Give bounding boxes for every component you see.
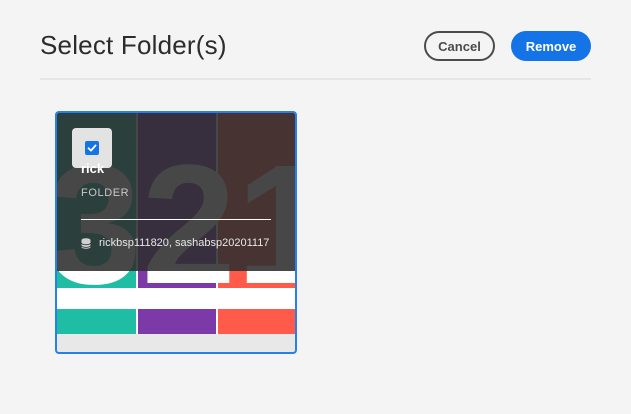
database-icon: [81, 237, 91, 249]
checkmark-icon: [87, 144, 97, 152]
cancel-button[interactable]: Cancel: [424, 31, 495, 61]
remove-button[interactable]: Remove: [511, 31, 591, 61]
page-title: Select Folder(s): [40, 30, 227, 60]
folder-type: FOLDER: [81, 187, 130, 199]
dialog-header: Select Folder(s) Cancel Remove: [40, 0, 591, 80]
folder-meta-text: rickbsp111820, sashabsp20201117: [99, 237, 270, 249]
folder-meta: rickbsp111820, sashabsp20201117: [81, 237, 269, 249]
folder-thumbnail: 321 rick FOLDER: [57, 113, 295, 334]
folder-card[interactable]: 321 rick FOLDER: [55, 111, 297, 354]
checkbox-checked[interactable]: [85, 141, 99, 155]
card-overlay: rick FOLDER rickbsp111820, sashabsp20201…: [57, 113, 295, 271]
card-divider: [81, 219, 271, 220]
folder-name: rick: [81, 161, 105, 176]
